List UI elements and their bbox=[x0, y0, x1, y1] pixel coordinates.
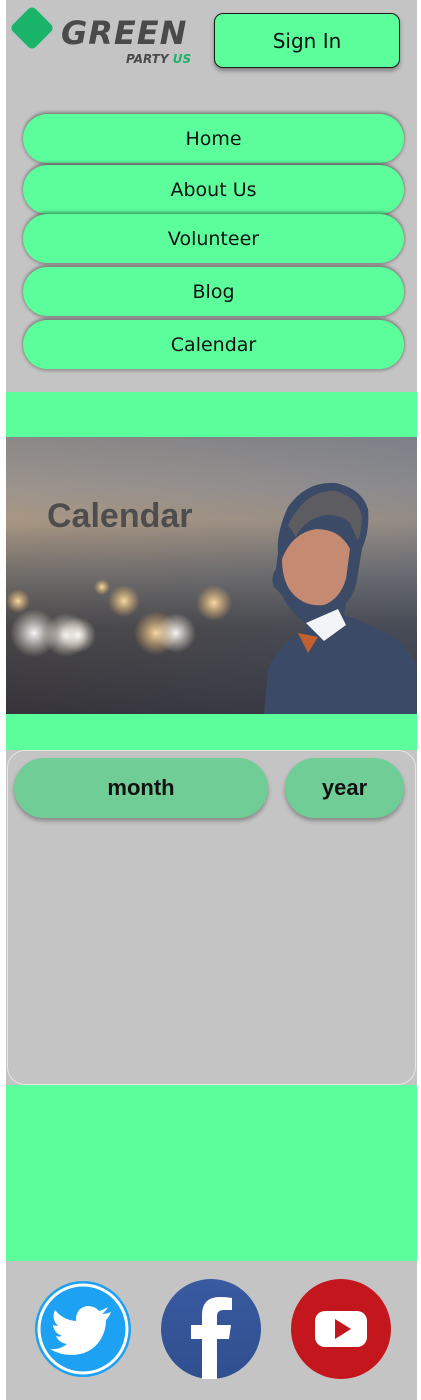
nav-blog-button[interactable]: Blog bbox=[23, 267, 404, 316]
green-party-logo[interactable]: GREEN PARTY US bbox=[8, 4, 198, 68]
year-tab[interactable]: year bbox=[285, 758, 404, 818]
page-title: Calendar bbox=[47, 497, 193, 535]
twitter-icon bbox=[35, 1281, 131, 1377]
facebook-icon bbox=[161, 1279, 261, 1379]
nav-volunteer-button[interactable]: Volunteer bbox=[23, 214, 404, 263]
logo-subtitle: PARTY US bbox=[126, 52, 192, 66]
logo-wordmark: GREEN bbox=[61, 14, 188, 52]
month-tab[interactable]: month bbox=[14, 758, 268, 818]
green-band-top bbox=[6, 392, 417, 437]
green-band-mid bbox=[6, 714, 417, 750]
twitter-button[interactable] bbox=[33, 1279, 133, 1379]
nav-about-us-button[interactable]: About Us bbox=[23, 165, 404, 214]
nav-calendar-button[interactable]: Calendar bbox=[23, 320, 404, 369]
nav-home-button[interactable]: Home bbox=[23, 114, 404, 163]
youtube-button[interactable] bbox=[291, 1279, 391, 1379]
youtube-icon bbox=[291, 1279, 391, 1379]
green-band-bottom bbox=[6, 1085, 417, 1261]
sign-in-button[interactable]: Sign In bbox=[214, 13, 400, 68]
facebook-button[interactable] bbox=[161, 1279, 261, 1379]
hero-photo bbox=[6, 437, 417, 714]
hero-banner: Calendar bbox=[6, 437, 417, 714]
diamond-icon bbox=[9, 5, 55, 51]
